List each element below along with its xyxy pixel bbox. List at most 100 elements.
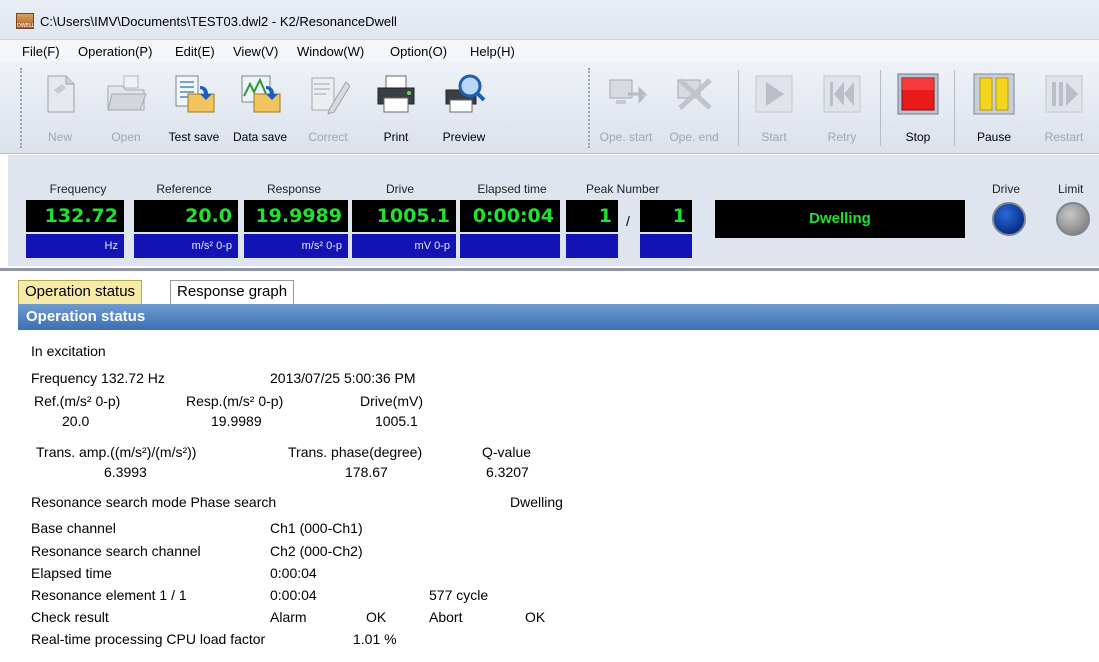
reference-meter: 20.0 m/s² 0-p	[134, 200, 238, 260]
reference-value: 20.0	[134, 200, 238, 232]
base-channel-value: Ch1 (000-Ch1)	[270, 520, 363, 536]
peak-total-unit	[640, 234, 692, 258]
frequency-text: Frequency 132.72 Hz	[31, 370, 165, 386]
peak-total-meter: 1	[640, 200, 692, 260]
ope-end-icon	[677, 78, 712, 110]
elapsed-time-value: 0:00:04	[460, 200, 560, 232]
trans-phase-value: 178.67	[345, 464, 388, 480]
test-save-icon	[175, 75, 215, 113]
state-display: Dwelling	[715, 200, 965, 238]
open-folder-icon	[107, 75, 147, 111]
title-bar: C:\Users\IMV\Documents\TEST03.dwl2 - K2/…	[0, 0, 1099, 40]
tab-response-graph[interactable]: Response graph	[170, 280, 295, 304]
print-preview-icon	[445, 74, 486, 113]
abort-status: OK	[525, 609, 546, 625]
peak-total-value: 1	[640, 200, 692, 232]
ope-start-icon	[609, 79, 648, 104]
frequency-value: 132.72	[26, 200, 124, 232]
peak-number-label: Peak Number	[586, 182, 660, 196]
play-icon	[755, 75, 793, 113]
elapsed-time-text-value: 0:00:04	[270, 565, 317, 581]
pause-icon	[973, 73, 1015, 115]
stop-icon	[897, 73, 939, 115]
menu-window[interactable]: Window(W)	[297, 44, 364, 59]
menu-file[interactable]: File(F)	[22, 44, 60, 59]
drive-meter: 1005.1 mV 0-p	[352, 200, 456, 260]
toolbar-grip[interactable]	[20, 68, 24, 148]
window-title: C:\Users\IMV\Documents\TEST03.dwl2 - K2/…	[40, 14, 397, 29]
check-result-label: Check result	[31, 609, 109, 625]
pause-button[interactable]: Pause	[962, 66, 1026, 150]
peak-number-value: 1	[566, 200, 618, 232]
drive-value: 1005.1	[352, 200, 456, 232]
toolbar-separator	[738, 70, 739, 146]
new-document-icon	[47, 75, 75, 113]
peak-number-meter: 1	[566, 200, 618, 260]
pane-header: Operation status	[18, 304, 1099, 330]
stop-button[interactable]: Stop	[886, 66, 950, 150]
drive-unit: mV 0-p	[352, 234, 456, 258]
datetime-text: 2013/07/25 5:00:36 PM	[270, 370, 416, 386]
resonance-search-channel-label: Resonance search channel	[31, 543, 201, 559]
ref-value: 20.0	[62, 413, 90, 429]
toolbar-separator	[880, 70, 881, 146]
toolbar-separator	[954, 70, 955, 146]
resp-value: 19.9989	[211, 413, 262, 429]
alarm-label: Alarm	[270, 609, 307, 625]
drive-label: Drive	[385, 182, 414, 196]
limit-lamp-label: Limit	[1058, 182, 1084, 196]
test-save-button[interactable]: Test save	[162, 66, 226, 150]
tab-strip: Operation status Response graph	[0, 268, 1099, 304]
in-excitation-text: In excitation	[31, 343, 106, 359]
toolbar-grip[interactable]	[588, 68, 592, 148]
peak-number-unit	[566, 234, 618, 258]
q-value-label: Q-value	[482, 444, 532, 460]
response-unit: m/s² 0-p	[244, 234, 348, 258]
trans-amp-label: Trans. amp.((m/s²)/(m/s²))	[36, 444, 197, 460]
ref-label: Ref.(m/s² 0-p)	[34, 393, 121, 409]
ope-end-button[interactable]: Ope. end	[662, 66, 726, 150]
menu-operation[interactable]: Operation(P)	[78, 44, 152, 59]
response-meter: 19.9989 m/s² 0-p	[244, 200, 348, 260]
resp-label: Resp.(m/s² 0-p)	[186, 393, 284, 409]
correct-button[interactable]: Correct	[296, 66, 360, 150]
reference-unit: m/s² 0-p	[134, 234, 238, 258]
menu-help[interactable]: Help(H)	[470, 44, 515, 59]
elapsed-time-meter: 0:00:04	[460, 200, 560, 260]
response-label: Response	[266, 182, 322, 196]
restart-button[interactable]: Restart	[1032, 66, 1096, 150]
tab-operation-status[interactable]: Operation status	[18, 280, 143, 304]
trans-amp-value: 6.3993	[104, 464, 147, 480]
preview-button[interactable]: Preview	[432, 66, 496, 150]
correct-pencil-icon	[311, 77, 350, 115]
drive-lamp-icon	[992, 202, 1026, 236]
elapsed-time-text-label: Elapsed time	[31, 565, 112, 581]
data-save-button[interactable]: Data save	[228, 66, 292, 150]
trans-phase-label: Trans. phase(degree)	[288, 444, 423, 460]
rewind-icon	[823, 75, 861, 113]
resonance-element-time: 0:00:04	[270, 587, 317, 603]
data-save-icon	[241, 75, 281, 113]
q-value: 6.3207	[486, 464, 529, 480]
cpu-load-label: Real-time processing CPU load factor	[31, 631, 266, 647]
elapsed-time-label: Elapsed time	[477, 182, 547, 196]
limit-lamp-icon	[1056, 202, 1090, 236]
drive-value-text: 1005.1	[375, 413, 418, 429]
peak-separator: /	[626, 213, 630, 229]
menu-edit[interactable]: Edit(E)	[175, 44, 215, 59]
retry-button[interactable]: Retry	[810, 66, 874, 150]
menu-option[interactable]: Option(O)	[390, 44, 447, 59]
base-channel-label: Base channel	[31, 520, 116, 536]
drive-label-text: Drive(mV)	[360, 393, 423, 409]
resonance-element-cycle: 577 cycle	[429, 587, 489, 603]
frequency-label: Frequency	[49, 182, 107, 196]
start-button[interactable]: Start	[742, 66, 806, 150]
frequency-meter: 132.72 Hz	[26, 200, 124, 260]
alarm-status: OK	[366, 609, 387, 625]
drive-lamp-label: Drive	[992, 182, 1021, 196]
print-button[interactable]: Print	[364, 66, 428, 150]
new-button[interactable]: New	[28, 66, 92, 150]
ope-start-button[interactable]: Ope. start	[594, 66, 658, 150]
open-button[interactable]: Open	[94, 66, 158, 150]
menu-view[interactable]: View(V)	[233, 44, 278, 59]
